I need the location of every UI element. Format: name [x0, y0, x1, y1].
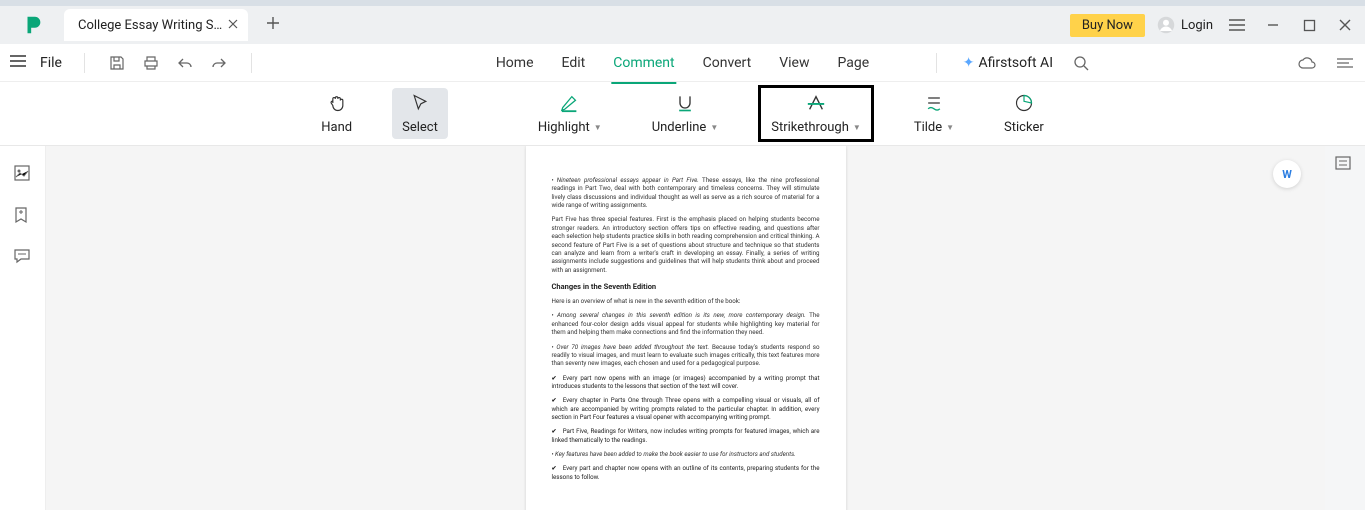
tilde-icon — [924, 92, 944, 114]
strikethrough-tool[interactable]: Strikethrough▼ — [758, 85, 874, 142]
comment-toolbar: Hand Select Highlight▼ Underline▼ Strike… — [0, 82, 1365, 146]
chevron-down-icon: ▼ — [946, 123, 954, 132]
cursor-icon — [410, 92, 430, 114]
sticker-tool[interactable]: Sticker — [994, 88, 1054, 139]
cloud-icon[interactable] — [1297, 53, 1317, 73]
maximize-icon[interactable] — [1297, 13, 1321, 37]
menu-icon[interactable] — [1225, 13, 1249, 37]
menu-home[interactable]: Home — [496, 47, 534, 79]
sparkle-icon: ✦ — [963, 55, 975, 71]
sticker-icon — [1014, 92, 1034, 114]
ai-button[interactable]: ✦Afirstsoft AI — [963, 55, 1053, 71]
divider — [84, 53, 85, 73]
titlebar: College Essay Writing S… Buy Now Login — [0, 0, 1365, 44]
user-avatar-icon — [1157, 16, 1175, 34]
document-page: • Nineteen professional essays appear in… — [526, 146, 846, 510]
comments-icon[interactable] — [13, 248, 33, 268]
chevron-down-icon: ▼ — [594, 123, 602, 132]
tilde-tool[interactable]: Tilde▼ — [904, 88, 964, 139]
hamburger-icon[interactable] — [10, 55, 26, 71]
main-menu: Home Edit Comment Convert View Page — [496, 47, 869, 79]
right-sidebar — [1325, 146, 1365, 510]
minimize-icon[interactable] — [1261, 13, 1285, 37]
word-export-badge[interactable]: W — [1273, 160, 1301, 188]
new-tab-button[interactable] — [266, 16, 280, 34]
underline-icon — [675, 92, 695, 114]
tab-title: College Essay Writing S… — [78, 18, 222, 33]
chevron-down-icon: ▼ — [710, 123, 718, 132]
document-tab[interactable]: College Essay Writing S… — [64, 9, 248, 41]
heading-changes: Changes in the Seventh Edition — [552, 282, 820, 292]
underline-tool[interactable]: Underline▼ — [642, 88, 729, 139]
search-icon[interactable] — [1071, 53, 1091, 73]
file-menu[interactable]: File — [40, 55, 62, 71]
strikethrough-icon — [805, 92, 827, 114]
menu-page[interactable]: Page — [838, 47, 870, 79]
print-icon[interactable] — [141, 53, 161, 73]
menu-comment[interactable]: Comment — [613, 47, 674, 79]
thumbnails-icon[interactable] — [13, 164, 33, 184]
divider — [251, 53, 252, 73]
divider — [936, 53, 937, 73]
menubar: File Home Edit Comment Convert View Page… — [0, 44, 1365, 82]
highlight-icon — [559, 92, 581, 114]
workspace: • Nineteen professional essays appear in… — [0, 146, 1365, 510]
left-sidebar — [0, 146, 46, 510]
hand-tool[interactable]: Hand — [311, 88, 362, 139]
menu-convert[interactable]: Convert — [703, 47, 752, 79]
save-icon[interactable] — [107, 53, 127, 73]
panel-toggle-icon[interactable] — [1335, 156, 1355, 176]
login-button[interactable]: Login — [1157, 16, 1213, 34]
app-logo-icon — [22, 14, 44, 36]
undo-icon[interactable] — [175, 53, 195, 73]
close-window-icon[interactable] — [1333, 13, 1357, 37]
menu-view[interactable]: View — [779, 47, 809, 79]
bookmark-icon[interactable] — [13, 206, 33, 226]
menu-edit[interactable]: Edit — [562, 47, 586, 79]
hand-icon — [327, 92, 347, 114]
document-canvas[interactable]: • Nineteen professional essays appear in… — [46, 146, 1325, 510]
buy-now-button[interactable]: Buy Now — [1070, 14, 1145, 37]
highlight-tool[interactable]: Highlight▼ — [528, 88, 612, 139]
select-tool[interactable]: Select — [392, 88, 448, 139]
settings-lines-icon[interactable] — [1335, 53, 1355, 73]
redo-icon[interactable] — [209, 53, 229, 73]
close-tab-icon[interactable] — [226, 17, 240, 31]
chevron-down-icon: ▼ — [853, 123, 861, 132]
